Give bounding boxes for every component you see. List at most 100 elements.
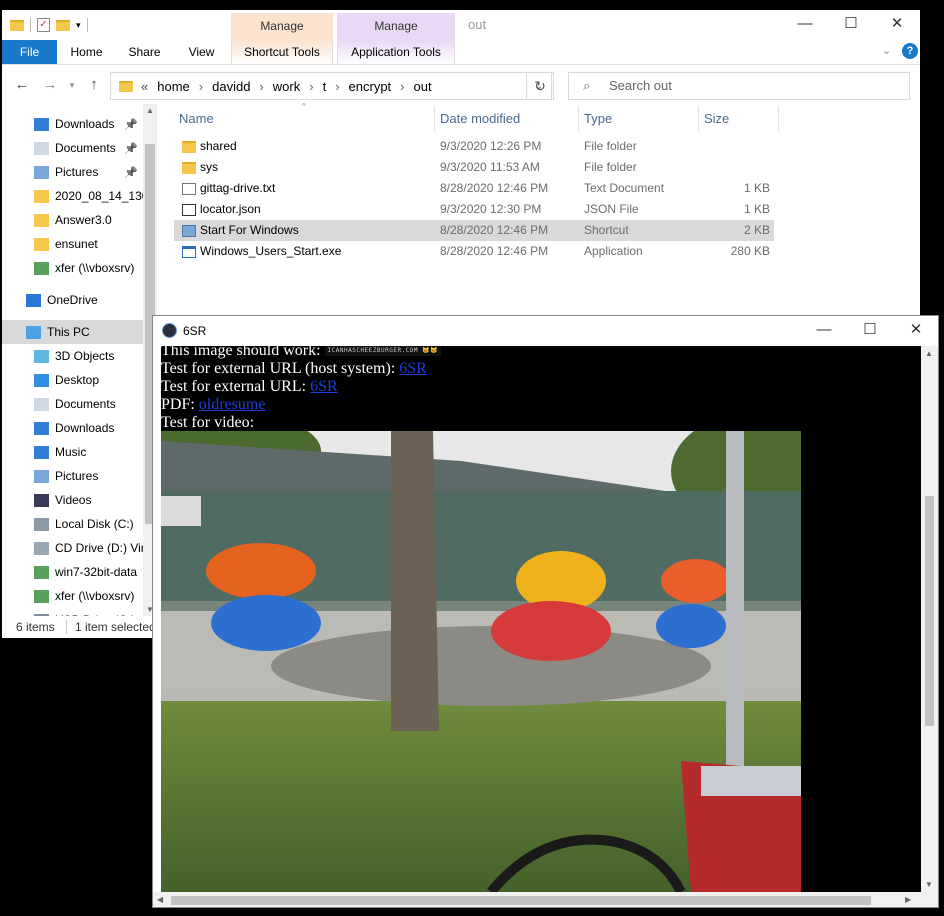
sidebar-item-3d-objects[interactable]: 3D Objects — [2, 344, 144, 368]
sidebar-item-label: 2020_08_14_1302 — [55, 189, 144, 203]
pictures-icon — [34, 165, 49, 179]
sidebar-item-music[interactable]: Music — [2, 440, 144, 464]
network-drive-icon — [34, 589, 49, 603]
tab-home[interactable]: Home — [64, 40, 109, 64]
file-row[interactable]: Windows_Users_Start.exe 8/28/2020 12:46 P… — [174, 241, 774, 262]
scrollbar-thumb[interactable] — [925, 496, 934, 726]
tab-application-tools[interactable]: Application Tools — [337, 40, 455, 64]
pin-icon[interactable]: 📌 — [124, 142, 138, 155]
back-arrow-icon[interactable]: ← — [10, 74, 34, 96]
folder-icon — [182, 141, 196, 153]
sidebar-item-downloads[interactable]: Downloads 📌 — [2, 112, 144, 136]
sidebar-item-pictures[interactable]: Pictures — [2, 464, 144, 488]
cheezburger-cats-icon: 🐱🐱 — [422, 347, 439, 355]
chevron-right-icon[interactable]: › — [309, 79, 313, 94]
video-window — [161, 496, 201, 526]
text-file-icon — [182, 183, 196, 195]
breadcrumb-t[interactable]: t — [323, 79, 327, 94]
pin-icon[interactable]: 📌 — [124, 118, 138, 131]
sidebar-item-xfer-vboxsrv[interactable]: xfer (\\vboxsrv) — [2, 256, 144, 280]
help-icon[interactable]: ? — [902, 43, 918, 59]
maximize-button[interactable]: ☐ — [828, 10, 874, 40]
sidebar-item-downloads[interactable]: Downloads — [2, 416, 144, 440]
sidebar-item-answer3-0[interactable]: Answer3.0 — [2, 208, 144, 232]
sidebar-item-local-disk-c[interactable]: Local Disk (C:) — [2, 512, 144, 536]
file-date: 9/3/2020 11:53 AM — [440, 160, 540, 174]
file-row[interactable]: locator.json 9/3/2020 12:30 PM JSON File 1 … — [174, 199, 774, 220]
chevron-down-icon[interactable]: ⌄ — [882, 44, 891, 57]
text-line-pdf: PDF: oldresume — [161, 396, 265, 414]
sidebar-item-documents[interactable]: Documents 📌 — [2, 136, 144, 160]
tab-view[interactable]: View — [179, 40, 224, 64]
column-name[interactable]: Name — [179, 106, 214, 132]
tab-file[interactable]: File — [2, 40, 57, 64]
minimize-button[interactable]: — — [782, 10, 828, 40]
network-drive-icon — [34, 261, 49, 275]
sidebar-item-2020-08-14-1302[interactable]: 2020_08_14_1302 — [2, 184, 144, 208]
breadcrumb-davidd[interactable]: davidd — [212, 79, 250, 94]
manage-group-application: Manage — [337, 13, 455, 40]
column-size[interactable]: Size — [704, 106, 729, 132]
sidebar-item-label: Pictures — [55, 165, 99, 179]
sidebar-item-xfer-vboxsrv[interactable]: xfer (\\vboxsrv) — [2, 584, 144, 608]
file-date: 9/3/2020 12:30 PM — [440, 202, 542, 216]
file-row[interactable]: gittag-drive.txt 8/28/2020 12:46 PM Text D… — [174, 178, 774, 199]
chevron-right-icon[interactable]: › — [199, 79, 203, 94]
viewer-horizontal-scrollbar[interactable]: ◀ ▶ — [153, 892, 938, 907]
sidebar-item-desktop[interactable]: Desktop — [2, 368, 144, 392]
sidebar-item-win7-32bit-data[interactable]: win7-32bit-data — [2, 560, 144, 584]
pin-icon[interactable]: 📌 — [124, 166, 138, 179]
sidebar-item-videos[interactable]: Videos — [2, 488, 144, 512]
viewer-vertical-scrollbar[interactable]: ▲ ▼ — [921, 346, 938, 892]
breadcrumb-work[interactable]: work — [273, 79, 300, 94]
chevron-right-icon[interactable]: › — [400, 79, 404, 94]
address-bar[interactable]: « home › davidd › work › t › encrypt › out ⌄ — [110, 72, 552, 100]
properties-icon[interactable]: ✓ — [37, 18, 50, 32]
recent-locations-icon[interactable]: ▾ — [60, 74, 84, 96]
breadcrumb-overflow[interactable]: « — [141, 79, 148, 94]
sidebar-item-onedrive[interactable]: OneDrive — [2, 288, 144, 312]
file-date: 8/28/2020 12:46 PM — [440, 181, 549, 195]
chevron-right-icon[interactable]: › — [259, 79, 263, 94]
minimize-button[interactable]: — — [801, 316, 847, 346]
file-row[interactable]: sys 9/3/2020 11:53 AM File folder — [174, 157, 774, 178]
column-date-modified[interactable]: Date modified — [440, 106, 520, 132]
breadcrumb-home[interactable]: home — [157, 79, 190, 94]
scroll-up-icon[interactable]: ▲ — [146, 106, 154, 115]
link-oldresume[interactable]: oldresume — [199, 396, 266, 413]
divider — [2, 64, 920, 65]
sidebar-item-cd-drive-d-vir[interactable]: CD Drive (D:) Vir — [2, 536, 144, 560]
tab-shortcut-tools[interactable]: Shortcut Tools — [231, 40, 333, 64]
chevron-right-icon[interactable]: › — [335, 79, 339, 94]
scroll-left-icon[interactable]: ◀ — [157, 895, 163, 904]
breadcrumb-encrypt[interactable]: encrypt — [349, 79, 392, 94]
video-player[interactable] — [161, 431, 801, 892]
sidebar-item-usb-drive-g[interactable]: USB Drive (G:) — [2, 608, 144, 616]
file-size: 280 KB — [730, 244, 770, 258]
close-button[interactable]: ✕ — [874, 10, 920, 40]
column-type[interactable]: Type — [584, 106, 612, 132]
breadcrumb-out[interactable]: out — [414, 79, 432, 94]
sidebar-item-this-pc[interactable]: This PC — [2, 320, 144, 344]
search-input[interactable]: ⌕ Search out — [568, 72, 910, 100]
tab-share[interactable]: Share — [122, 40, 167, 64]
sidebar-item-pictures[interactable]: Pictures 📌 — [2, 160, 144, 184]
link-6sr[interactable]: 6SR — [310, 378, 338, 395]
forward-arrow-icon[interactable]: → — [38, 74, 62, 96]
sidebar-item-documents[interactable]: Documents — [2, 392, 144, 416]
file-row[interactable]: shared 9/3/2020 12:26 PM File folder — [174, 136, 774, 157]
link-6sr-host[interactable]: 6SR — [399, 360, 427, 377]
file-row[interactable]: Start For Windows 8/28/2020 12:46 PM Short… — [174, 220, 774, 241]
maximize-button[interactable]: ☐ — [847, 316, 893, 346]
scrollbar-thumb[interactable] — [171, 896, 871, 905]
video-ride-car — [211, 595, 321, 651]
up-arrow-icon[interactable]: ↑ — [82, 74, 106, 96]
close-button[interactable]: ✕ — [893, 316, 938, 346]
scroll-up-icon[interactable]: ▲ — [925, 349, 933, 358]
new-folder-icon[interactable] — [56, 19, 70, 31]
sidebar-item-ensunet[interactable]: ensunet — [2, 232, 144, 256]
refresh-icon[interactable]: ↻ — [526, 72, 554, 100]
scroll-right-icon[interactable]: ▶ — [905, 895, 911, 904]
scroll-down-icon[interactable]: ▼ — [925, 880, 933, 889]
customize-toolbar-icon[interactable]: ▾ — [76, 20, 81, 31]
